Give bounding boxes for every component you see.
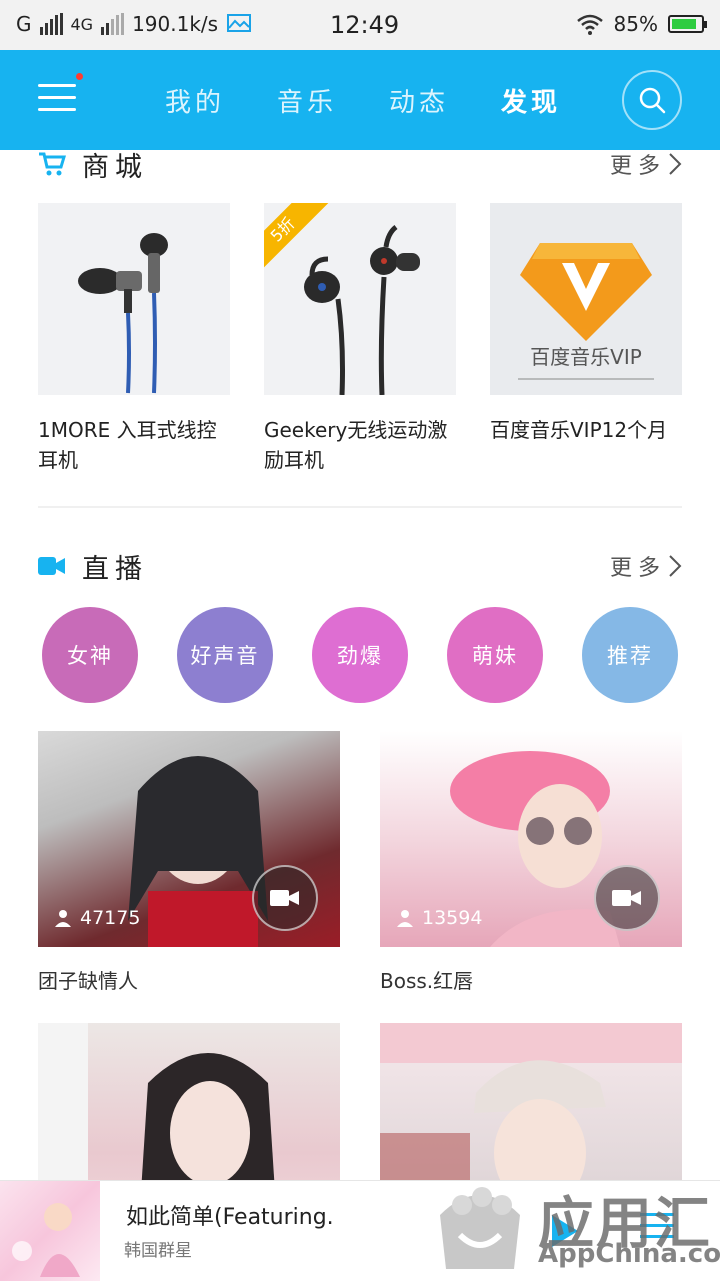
stream-thumbnail: 13594 [380,731,682,947]
streamer-photo [38,1023,275,1180]
search-button[interactable] [622,70,682,130]
signal-icon [39,13,63,35]
product-image-earphones [38,203,230,395]
tab-feed[interactable]: 动态 [389,82,449,119]
product-card[interactable]: 1MORE 入耳式线控耳机 [38,203,230,475]
carrier-label: G [16,12,32,36]
wifi-icon [576,14,603,35]
signal-icon-2 [101,13,125,35]
category-goddess[interactable]: 女神 [42,607,138,703]
live-title: 直播 [82,553,148,585]
stream-thumbnail: 47175 [38,731,340,947]
mall-title: 商城 [82,151,148,183]
video-camera-icon [612,890,641,906]
chevron-right-icon [669,555,682,577]
vip-thumb-text: 百度音乐VIP [530,345,642,369]
network-type-label: 4G [70,14,94,34]
category-good-voice[interactable]: 好声音 [177,607,273,703]
status-right: 85% [576,12,707,36]
live-more-label: 更多 [609,556,666,581]
product-card[interactable]: 5折 Geekery无线运动激励耳机 [264,203,456,475]
product-card[interactable]: 百度音乐VIP 百度音乐VIP12个月 [490,203,682,475]
live-category-list: 女神 好声音 劲爆 萌妹 推荐 [42,607,678,703]
status-bar: G 4G 190.1k/s 12:49 85% [0,0,720,50]
product-image-vip: 百度音乐VIP [490,203,682,395]
artist-name: 韩国群星 [124,1241,192,1261]
mall-more-link[interactable]: 更多 [610,150,682,180]
search-icon [639,87,666,114]
viewer-count: 47175 [54,907,140,929]
notification-dot [76,73,83,80]
mall-more-label: 更多 [609,154,666,179]
album-art [12,1203,80,1277]
category-cute[interactable]: 萌妹 [447,607,543,703]
viewer-count-value: 47175 [80,907,141,929]
live-video-button[interactable] [252,865,318,931]
product-name: 百度音乐VIP12个月 [490,418,668,442]
live-stream-card[interactable]: 13594 Boss.红唇 [380,731,682,995]
user-icon [397,910,413,927]
section-divider [38,506,682,508]
live-more-link[interactable]: 更多 [610,550,682,582]
song-title: 如此简单(Featuring. [126,1205,334,1230]
cart-icon [39,152,66,176]
tab-discover[interactable]: 发现 [501,82,561,119]
stream-thumbnail [380,1023,682,1180]
status-left: G 4G 190.1k/s [16,12,252,36]
product-name: Geekery无线运动激励耳机 [264,418,448,472]
streamer-name: Boss.红唇 [380,969,474,993]
tab-music[interactable]: 音乐 [277,82,337,119]
video-camera-icon [270,890,299,906]
watermark-en: AppChina.com [538,1239,720,1269]
product-list: 1MORE 入耳式线控耳机 5折 Geekery无线运动激励耳机 百度音乐VIP… [38,203,682,475]
live-stream-card[interactable]: 47175 团子缺情人 [38,731,340,995]
earphones-icon [78,233,168,394]
category-recommended[interactable]: 推荐 [582,607,678,703]
chevron-right-icon [669,153,682,175]
category-hot[interactable]: 劲爆 [312,607,408,703]
mall-header: 商城 更多 [38,150,682,184]
nav-tabs: 我的 音乐 动态 发现 [165,82,561,119]
stream-thumbnail [38,1023,340,1180]
gallery-notification-icon [227,14,252,32]
battery-icon [668,15,707,33]
live-stream-grid: 47175 团子缺情人 13594 Boss.红唇 [38,731,682,1180]
live-header: 直播 更多 [38,546,682,586]
clock: 12:49 [330,11,400,39]
album-cover[interactable] [0,1181,100,1281]
hamburger-menu-button[interactable] [38,84,76,114]
viewer-count: 13594 [396,907,482,929]
live-stream-card[interactable] [380,1023,682,1180]
user-icon [55,910,71,927]
live-video-button[interactable] [594,865,660,931]
product-name: 1MORE 入耳式线控耳机 [38,418,217,472]
battery-percent: 85% [613,12,658,36]
streamer-name: 团子缺情人 [38,969,138,993]
tab-mine[interactable]: 我的 [165,82,225,119]
live-stream-card[interactable] [38,1023,340,1180]
video-camera-icon [38,557,65,575]
viewer-count-value: 13594 [422,907,483,929]
net-speed: 190.1k/s [132,12,219,36]
top-nav: 我的 音乐 动态 发现 [0,50,720,150]
appchina-watermark: 应用汇 AppChina.com [430,1175,720,1280]
product-image-sport-earphones: 5折 [264,203,456,395]
appchina-logo-icon [440,1187,520,1269]
discover-content[interactable]: 商城 更多 1MORE 入耳式线控耳机 5折 Geekery无线运动激励耳机 百… [0,150,720,1180]
streamer-photo [380,1023,682,1180]
